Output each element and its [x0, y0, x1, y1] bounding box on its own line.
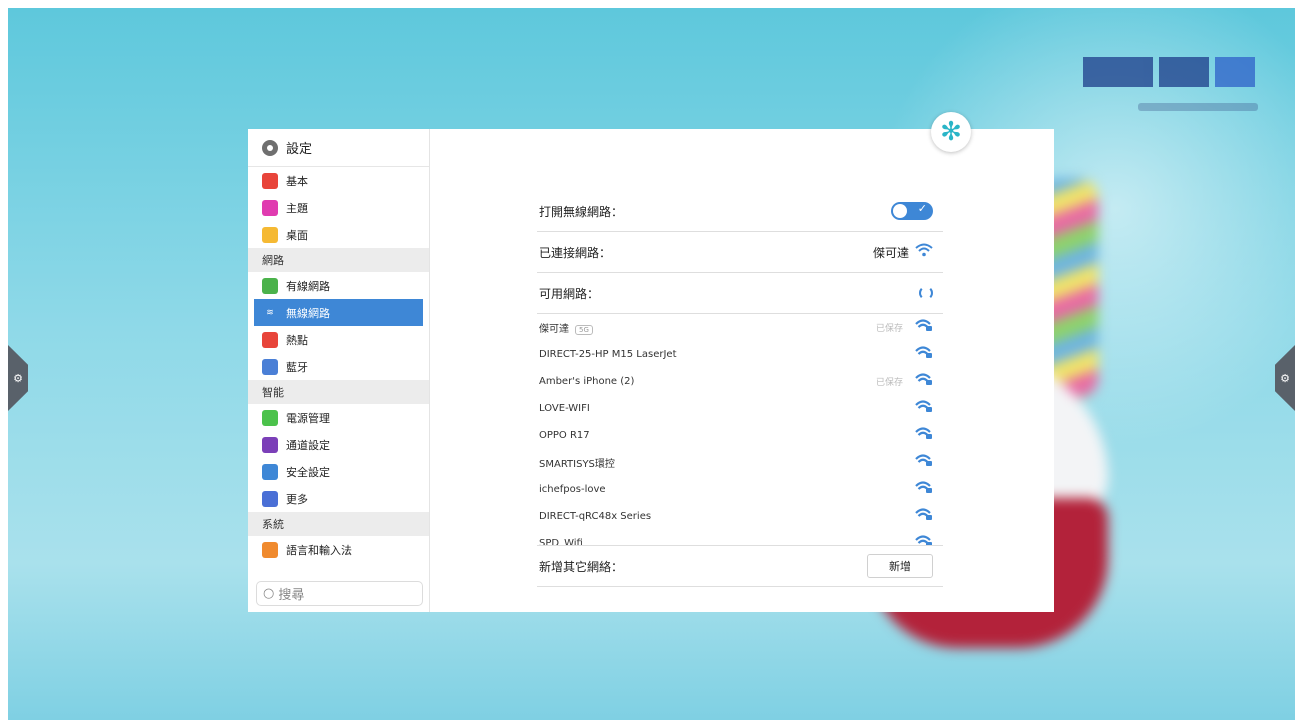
connected-network-name: 傑可達 — [872, 245, 909, 260]
network-name: LOVE-WIFI — [539, 403, 590, 414]
power-icon — [262, 409, 278, 426]
network-name: SMARTISYS環控 — [539, 459, 615, 470]
secured-wifi-icon — [915, 400, 933, 417]
wifi-toggle-switch[interactable] — [891, 202, 933, 220]
sidebar-item[interactable]: 桌面 — [254, 221, 423, 248]
sidebar-item-label: 基本 — [286, 174, 308, 188]
network-name: DIRECT-qRC48x Series — [539, 511, 652, 522]
gear-icon: ⚙ — [1280, 371, 1290, 385]
secured-wifi-icon — [915, 319, 933, 336]
sidebar-item[interactable]: 基本 — [254, 167, 423, 194]
sidebar-item-label: 電源管理 — [286, 411, 330, 425]
search-icon: ○ — [263, 586, 275, 601]
app-pinwheel-icon[interactable]: ✻ — [931, 112, 971, 152]
refresh-spinner-icon[interactable] — [919, 286, 933, 300]
picture-icon — [262, 226, 278, 243]
network-list-item[interactable]: ichefpos-love — [537, 476, 943, 503]
add-network-label: 新增其它網絡： — [539, 559, 624, 574]
sidebar-item-label: 藍牙 — [286, 360, 308, 374]
add-network-button[interactable]: 新增 — [867, 554, 933, 578]
available-networks-row: 可用網路： — [537, 273, 943, 314]
network-name: OPPO R17 — [539, 430, 590, 441]
sidebar-item-label: 安全設定 — [286, 465, 330, 479]
sidebar-item[interactable]: 熱點 — [254, 326, 423, 353]
sidebar-item[interactable]: 有線網路 — [254, 272, 423, 299]
shirt-icon — [262, 199, 278, 216]
sidebar-item-label: 通道設定 — [286, 438, 330, 452]
channel-icon — [262, 436, 278, 453]
band-badge: 5G — [575, 325, 593, 335]
secured-wifi-icon — [915, 373, 933, 390]
sidebar-item-label: 熱點 — [286, 333, 308, 347]
connected-network-row: 已連接網路： 傑可達 — [537, 232, 943, 273]
gear-icon — [262, 139, 278, 156]
network-list-item[interactable]: 傑可達 5G 已保存 — [537, 314, 943, 341]
connected-network-label: 已連接網路： — [539, 245, 612, 260]
network-list-item[interactable]: DIRECT-qRC48x Series — [537, 503, 943, 530]
network-name: Amber's iPhone (2) — [539, 376, 635, 387]
secured-wifi-icon — [915, 481, 933, 498]
wifi-settings-pane: 打開無線網路： 已連接網路： 傑可達 可用網路： 傑可達 5G 已保存 DIRECT-… — [430, 129, 1054, 612]
sidebar-item-label: 更多 — [286, 492, 308, 506]
settings-sidebar: 設定 基本主題桌面網路有線網路 ≋ 無線網路熱點藍牙智能電源管理通道設定安全設定更多… — [248, 129, 430, 612]
sidebar-item-label: 語言和輸入法 — [286, 543, 352, 557]
brand-logo-subtitle — [1138, 103, 1258, 111]
network-list[interactable]: 傑可達 5G 已保存 DIRECT-25-HP M15 LaserJet Amber's… — [537, 314, 943, 546]
secured-wifi-icon — [915, 427, 933, 444]
wifi-toggle-label: 打開無線網路： — [539, 204, 624, 219]
saved-status: 已保存 — [875, 324, 903, 334]
sidebar-item[interactable]: 電源管理 — [254, 404, 423, 431]
sidebar-group-header: 智能 — [248, 380, 429, 404]
sidebar-header: 設定 — [248, 129, 429, 167]
settings-window: 設定 基本主題桌面網路有線網路 ≋ 無線網路熱點藍牙智能電源管理通道設定安全設定更多… — [248, 129, 1054, 612]
sidebar-item[interactable]: 藍牙 — [254, 353, 423, 380]
bluetooth-icon — [262, 358, 278, 375]
sidebar-item[interactable]: 更多 — [254, 485, 423, 512]
layers-icon — [262, 172, 278, 189]
search-placeholder: 搜尋 — [278, 588, 305, 603]
sidebar-item[interactable]: ≋ 無線網路 — [254, 299, 423, 326]
saved-status: 已保存 — [875, 378, 903, 388]
sidebar-item[interactable]: 語言和輸入法 — [254, 536, 423, 563]
sidebar-group-header: 系統 — [248, 512, 429, 536]
sidebar-item-label: 有線網路 — [286, 279, 330, 293]
secured-wifi-icon — [915, 346, 933, 363]
sidebar-item-label: 無線網路 — [286, 306, 330, 320]
secured-wifi-icon — [915, 535, 933, 545]
network-name: DIRECT-25-HP M15 LaserJet — [539, 349, 677, 360]
network-name: 傑可達 — [539, 324, 569, 335]
search-input[interactable]: ○ 搜尋 — [256, 581, 423, 606]
network-list-item[interactable]: SPD_Wifi — [537, 530, 943, 546]
keyboard-icon — [262, 541, 278, 558]
sidebar-item[interactable]: 主題 — [254, 194, 423, 221]
network-list-item[interactable]: LOVE-WIFI — [537, 395, 943, 422]
network-name: ichefpos-love — [539, 484, 606, 495]
more-icon — [262, 490, 278, 507]
sidebar-item-label: 桌面 — [286, 228, 308, 242]
sidebar-menu: 基本主題桌面網路有線網路 ≋ 無線網路熱點藍牙智能電源管理通道設定安全設定更多系統語… — [248, 167, 429, 563]
available-networks-label: 可用網路： — [539, 286, 600, 301]
brand-logo — [1083, 53, 1263, 91]
sidebar-item[interactable]: 通道設定 — [254, 431, 423, 458]
shield-icon — [262, 463, 278, 480]
gear-icon: ⚙ — [13, 371, 23, 385]
network-list-item[interactable]: DIRECT-25-HP M15 LaserJet — [537, 341, 943, 368]
wifi-icon: ≋ — [262, 304, 278, 321]
ethernet-icon — [262, 277, 278, 294]
network-name: SPD_Wifi — [539, 538, 583, 546]
hotspot-icon — [262, 331, 278, 348]
sidebar-item[interactable]: 安全設定 — [254, 458, 423, 485]
secured-wifi-icon — [915, 454, 933, 471]
sidebar-item-label: 主題 — [286, 201, 308, 215]
secured-wifi-icon — [915, 508, 933, 525]
wifi-toggle-row: 打開無線網路： — [537, 191, 943, 232]
network-list-item[interactable]: Amber's iPhone (2) 已保存 — [537, 368, 943, 395]
wifi-icon — [915, 243, 933, 261]
network-list-item[interactable]: SMARTISYS環控 — [537, 449, 943, 476]
network-list-item[interactable]: OPPO R17 — [537, 422, 943, 449]
sidebar-title: 設定 — [286, 142, 313, 157]
add-network-row: 新增其它網絡： 新增 — [537, 546, 943, 587]
sidebar-group-header: 網路 — [248, 248, 429, 272]
